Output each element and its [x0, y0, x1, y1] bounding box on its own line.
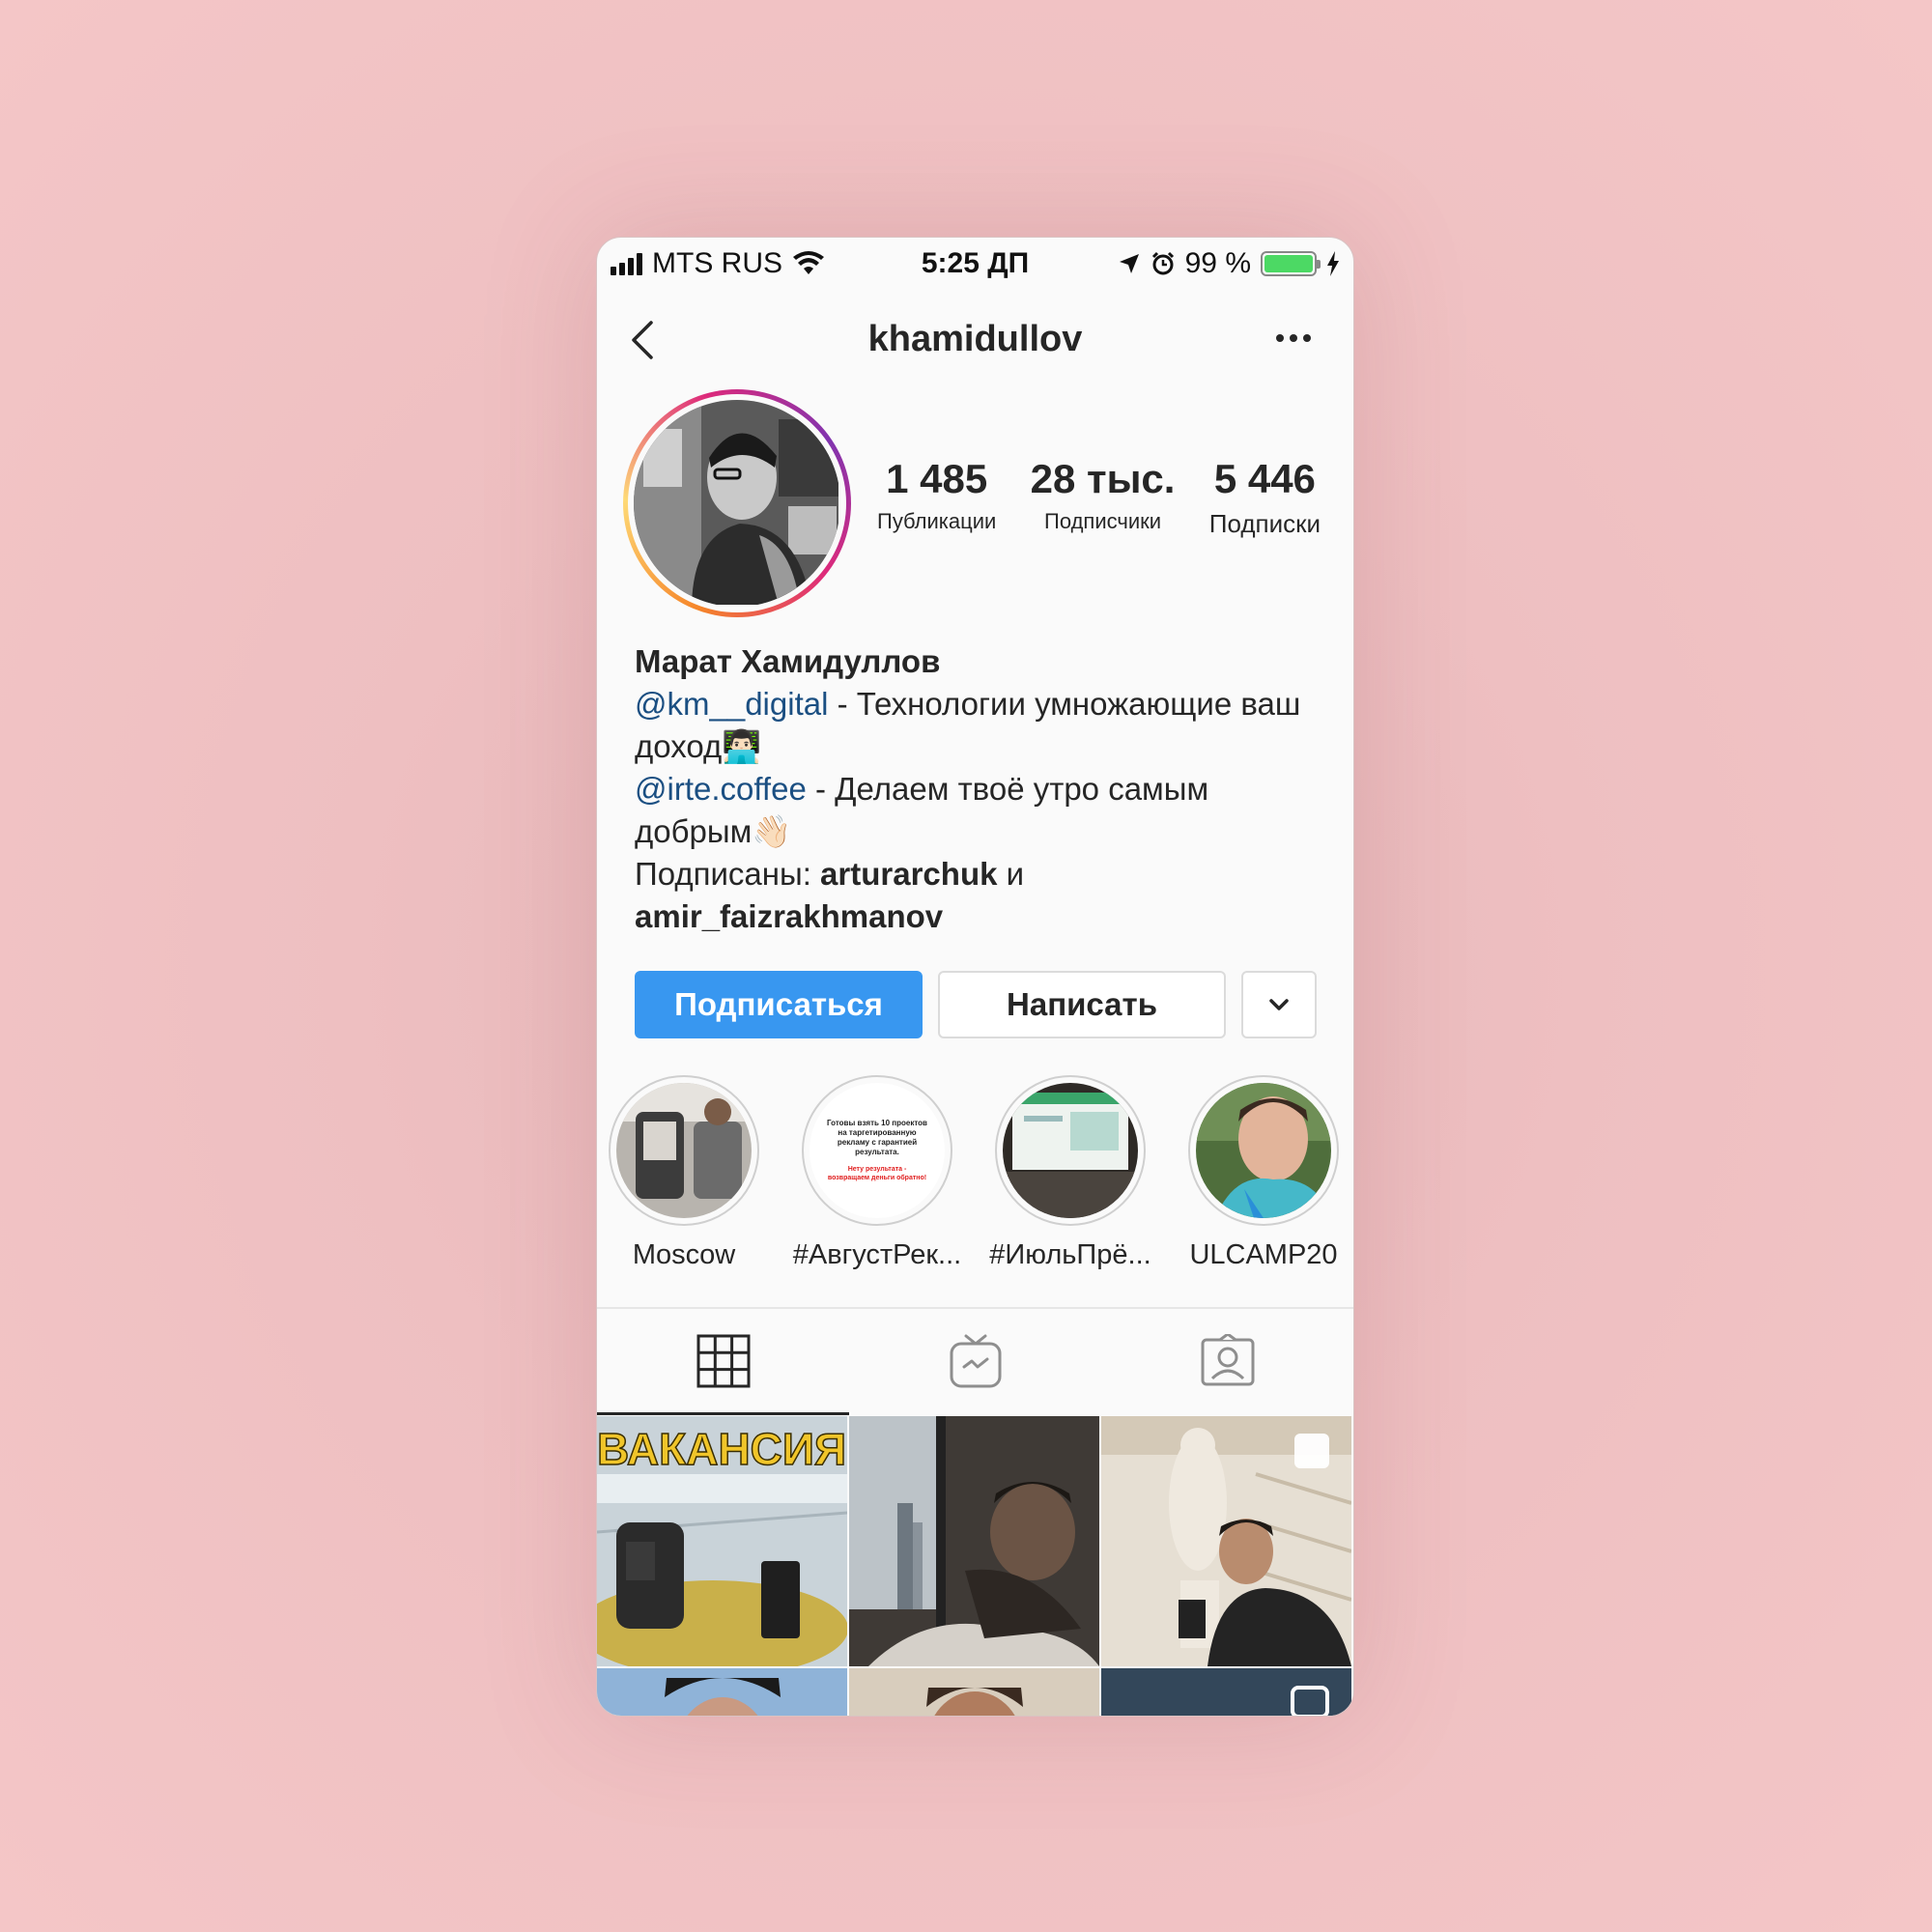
bio-line-1: @km__digital - Технологии умножающие ваш…: [635, 683, 1321, 768]
followers-count-label: Подписчики: [1044, 509, 1162, 534]
suggestions-dropdown-button[interactable]: [1241, 971, 1317, 1038]
story-highlights: Moscow Готовы взять 10 проектов на тарге…: [597, 1075, 1353, 1271]
highlight-label: #АвгустРек...: [792, 1239, 962, 1270]
grid-icon: [696, 1334, 750, 1388]
post-thumbnail[interactable]: [1101, 1668, 1351, 1716]
status-right: 99 %: [1118, 247, 1340, 280]
top-nav: khamidullov: [597, 305, 1353, 373]
location-icon: [1119, 254, 1139, 273]
charging-icon: [1327, 251, 1339, 276]
profile-stats: 1 485 Публикации 28 тыс. Подписчики 5 44…: [877, 455, 1321, 539]
post-thumbnail[interactable]: [849, 1668, 1099, 1716]
phone-frame: MTS RUS 5:25 ДП 99 % khamidullov 1 485 П…: [596, 237, 1354, 1717]
highlight-cover: [616, 1083, 752, 1218]
more-options-button[interactable]: [1272, 327, 1315, 350]
followers-count[interactable]: 28 тыс. Подписчики: [1031, 455, 1176, 539]
highlight-cover: [1003, 1083, 1138, 1218]
alarm-icon: [1151, 251, 1174, 275]
tagged-icon: [1201, 1334, 1254, 1386]
following-count[interactable]: 5 446 Подписки: [1209, 455, 1321, 539]
highlight-cover: [1196, 1083, 1331, 1218]
followed-by-prefix: Подписаны:: [635, 856, 821, 892]
battery-icon: [1261, 251, 1321, 276]
posts-count-label: Публикации: [877, 509, 997, 534]
profile-tabs: [597, 1307, 1353, 1415]
full-name: Марат Хамидуллов: [635, 643, 941, 679]
mention-link[interactable]: @irte.coffee: [635, 771, 807, 807]
following-count-label: Подписки: [1208, 509, 1321, 539]
chevron-down-icon: [1269, 999, 1289, 1010]
followed-user: amir_faizrakhmanov: [635, 898, 944, 934]
username-title: khamidullov: [867, 319, 1083, 359]
bio-line-2: @irte.coffee - Делаем твоё утро самым до…: [635, 768, 1321, 853]
highlight-item[interactable]: #ИюльПрё...: [974, 1075, 1167, 1271]
follow-button[interactable]: Подписаться: [635, 971, 923, 1038]
mention-link[interactable]: @km__digital: [635, 686, 828, 722]
following-count-value: 5 446: [1213, 456, 1316, 501]
followers-count-value: 28 тыс.: [1030, 456, 1176, 501]
story-ring[interactable]: [623, 389, 851, 617]
followed-by[interactable]: Подписаны: arturarchuk и amir_faizrakhma…: [635, 853, 1321, 938]
highlight-card-warning: Нету результата - возвращаем деньги обра…: [827, 1166, 927, 1181]
post-thumbnail[interactable]: ВАКАНСИЯ: [597, 1416, 847, 1666]
highlight-label: #ИюльПрё...: [989, 1239, 1151, 1270]
igtv-icon: [950, 1334, 1001, 1388]
tab-posts-grid[interactable]: [597, 1309, 849, 1415]
profile-actions: Подписаться Написать: [635, 971, 1322, 1040]
tab-igtv[interactable]: [849, 1309, 1101, 1413]
message-button[interactable]: Написать: [938, 971, 1226, 1038]
highlight-item[interactable]: ULCAMP20: [1167, 1075, 1353, 1271]
highlight-label: ULCAMP20: [1189, 1239, 1338, 1270]
posts-count-value: 1 485: [886, 456, 988, 501]
highlight-label: Moscow: [632, 1239, 736, 1270]
followed-user: arturarchuk: [820, 856, 998, 892]
posts-count[interactable]: 1 485 Публикации: [877, 455, 996, 539]
status-bar: MTS RUS 5:25 ДП 99 %: [597, 238, 1353, 286]
post-thumbnail[interactable]: [597, 1668, 847, 1716]
carousel-icon: [1294, 1434, 1329, 1468]
post-thumbnail[interactable]: [849, 1416, 1099, 1666]
tab-tagged[interactable]: [1101, 1309, 1353, 1413]
avatar: [634, 400, 840, 607]
bio: Марат Хамидуллов @km__digital - Технолог…: [635, 640, 1321, 938]
post-thumbnail[interactable]: [1101, 1416, 1351, 1666]
highlight-cover: Готовы взять 10 проектов на таргетирован…: [810, 1083, 945, 1218]
post-caption: ВАКАНСИЯ: [597, 1424, 846, 1474]
highlight-item[interactable]: Готовы взять 10 проектов на таргетирован…: [781, 1075, 974, 1271]
followed-by-and: и: [997, 856, 1025, 892]
highlight-item[interactable]: Moscow: [597, 1075, 781, 1271]
battery-percent: 99 %: [1184, 247, 1251, 279]
highlight-card-text: Готовы взять 10 проектов на таргетирован…: [827, 1119, 927, 1156]
